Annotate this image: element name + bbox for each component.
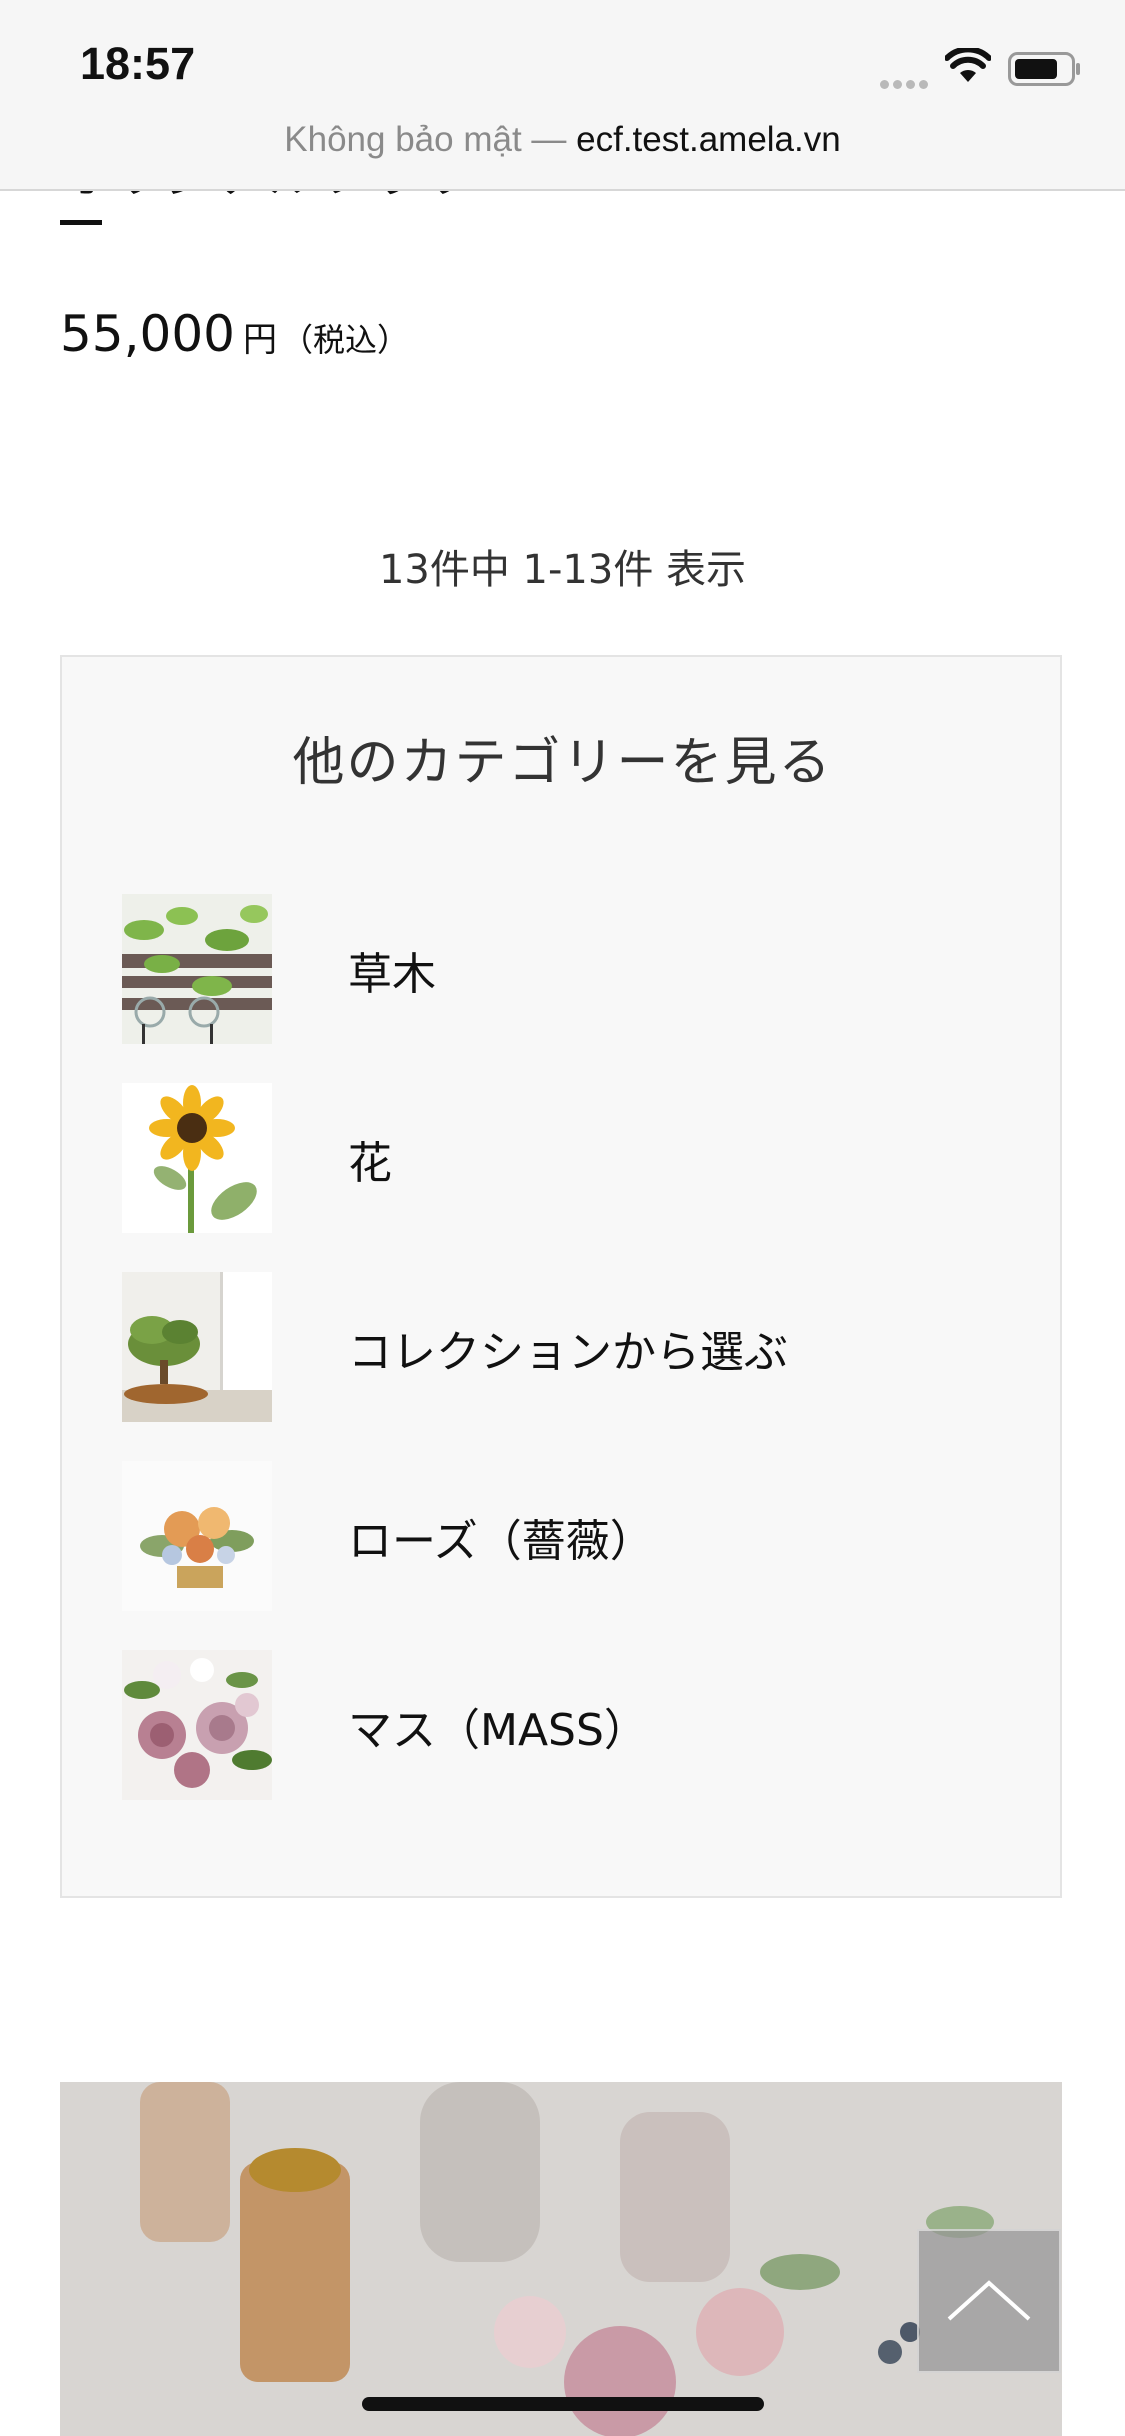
wifi-icon [945,48,991,82]
cellular-signal-icon [880,74,932,93]
insecure-label: Không bảo mật — [284,120,567,159]
category-item-flowers[interactable]: 花 [122,1083,1022,1233]
category-item-roses[interactable]: ローズ（薔薇） [122,1461,1022,1611]
category-label: 花 [348,1138,392,1189]
product-price: 55,000 円（税込） [60,305,409,363]
category-label: 草木 [348,949,436,1000]
category-label: ローズ（薔薇） [348,1516,654,1567]
other-categories-heading: 他のカテゴリーを見る [292,733,833,793]
category-item-mass[interactable]: マス（MASS） [122,1650,1022,1800]
chevron-up-icon [947,2280,1031,2321]
rose-arrangement-thumbnail-icon [122,1461,272,1611]
sunflower-thumbnail-icon [122,1083,272,1233]
category-label: マス（MASS） [348,1705,648,1756]
status-time: 18:57 [80,38,196,89]
category-label: コレクションから選ぶ [348,1327,788,1378]
back-to-top-button[interactable] [917,2229,1061,2373]
address-bar[interactable]: Không bảo mật — ecf.test.amela.vn [0,120,1125,160]
url-domain: ecf.test.amela.vn [576,120,841,159]
price-currency: 円 [242,320,277,360]
promo-banner[interactable] [60,2082,1062,2436]
category-item-collection[interactable]: コレクションから選ぶ [122,1272,1022,1422]
result-count: 13件中 1-13件 表示 [378,547,747,593]
bonsai-thumbnail-icon [122,1272,272,1422]
plant-thumbnail-icon [122,894,272,1044]
price-value: 55,000 [60,305,235,363]
browser-top-bar: 18:57 Không bảo mật — ecf.test.amela.vn [0,0,1125,191]
bouquet-thumbnail-icon [122,1650,272,1800]
title-dash [60,220,102,225]
category-item-plants[interactable]: 草木 [122,894,1022,1044]
banner-image [60,2082,1062,2436]
tax-note: （税込） [280,321,409,359]
home-indicator [362,2397,764,2411]
battery-icon [1008,52,1080,86]
